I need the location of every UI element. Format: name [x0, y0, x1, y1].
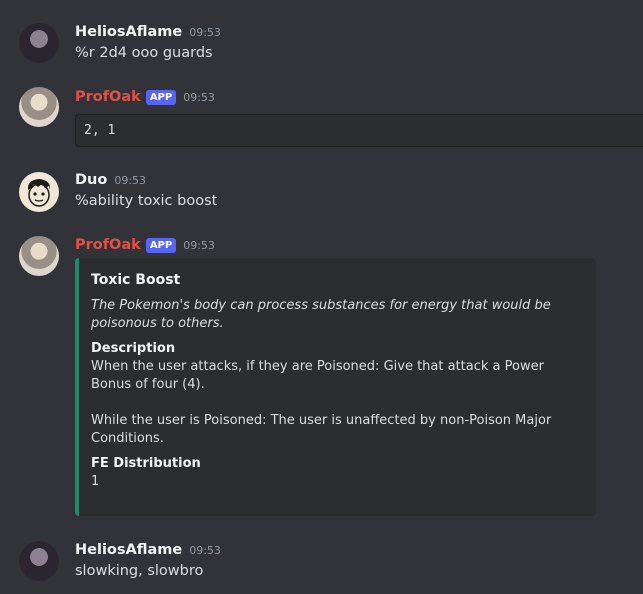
embed-field-name: FE Distribution: [91, 456, 201, 471]
embed-field-name: Description: [91, 341, 176, 356]
message-text: %ability toxic boost: [75, 193, 218, 209]
username[interactable]: HeliosAflame: [75, 24, 182, 40]
avatar-helios[interactable]: [19, 541, 59, 581]
embed-description: The Pokemon's body can process substance…: [91, 298, 551, 331]
timestamp: 09:53: [189, 25, 221, 39]
message-text: slowking, slowbro: [75, 563, 204, 579]
timestamp: 09:53: [183, 238, 215, 252]
app-badge: APP: [145, 237, 177, 253]
timestamp: 09:53: [189, 543, 221, 557]
app-badge: APP: [145, 89, 177, 105]
avatar-profoak[interactable]: [19, 236, 59, 276]
avatar-profoak[interactable]: [19, 87, 59, 127]
embed-field-value: When the user attacks, if they are Poiso…: [91, 359, 552, 446]
timestamp: 09:53: [183, 90, 215, 104]
timestamp: 09:53: [114, 173, 147, 187]
avatar-duo[interactable]: [19, 172, 59, 212]
avatar-helios[interactable]: [19, 23, 59, 63]
duo-face-icon: [27, 179, 51, 207]
username[interactable]: ProfOak: [75, 237, 141, 253]
embed-title: Toxic Boost: [91, 272, 181, 288]
username[interactable]: ProfOak: [75, 89, 141, 105]
username[interactable]: HeliosAflame: [75, 542, 182, 558]
code-block: 2, 1: [75, 114, 643, 147]
username[interactable]: Duo: [75, 172, 107, 188]
message-text: %r 2d4 ooo guards: [75, 45, 213, 61]
ability-embed: Toxic Boost The Pokemon's body can proce…: [75, 258, 596, 516]
embed-field-value: 1: [91, 474, 100, 489]
